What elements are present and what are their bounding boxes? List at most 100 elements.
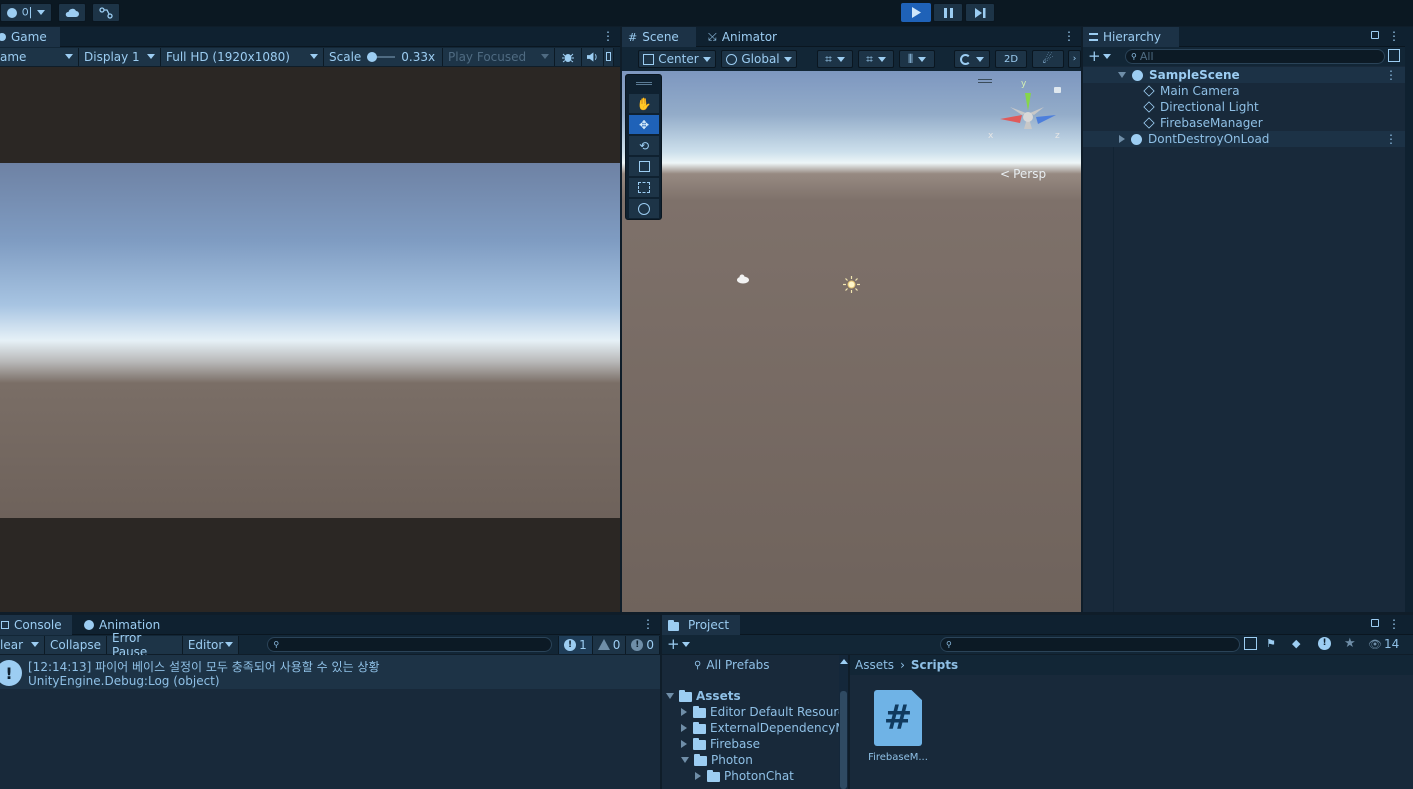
play-focused-dropdown[interactable]: Play Focused bbox=[443, 47, 555, 66]
audio-button[interactable] bbox=[582, 47, 604, 66]
pivot-dropdown[interactable]: Center bbox=[638, 50, 716, 68]
rect-tool[interactable] bbox=[629, 178, 659, 197]
increment-snap-button[interactable]: ⌗ bbox=[858, 50, 894, 68]
search-by-type-button[interactable] bbox=[1244, 637, 1257, 650]
scene-menu-icon[interactable]: ⋮ bbox=[1385, 132, 1397, 146]
expand-arrow-icon[interactable] bbox=[666, 693, 674, 699]
collab-button[interactable] bbox=[92, 3, 120, 22]
tab-animator[interactable]: ⤩ Animator bbox=[702, 27, 783, 47]
filter-by-logs-button[interactable]: ! bbox=[1318, 637, 1331, 650]
tab-scene[interactable]: # Scene bbox=[622, 27, 696, 47]
editor-dropdown[interactable]: Editor bbox=[182, 635, 240, 654]
stats-button[interactable] bbox=[604, 47, 614, 66]
game-menu-icon[interactable]: ⋮ bbox=[602, 29, 614, 43]
pause-button[interactable] bbox=[933, 3, 963, 22]
rotate-tool[interactable]: ⟲ bbox=[629, 136, 659, 155]
collapse-arrow-icon[interactable] bbox=[695, 772, 701, 780]
hierarchy-item[interactable]: Directional Light bbox=[1083, 99, 1405, 115]
collapse-arrow-icon[interactable] bbox=[681, 708, 687, 716]
collapse-button[interactable]: Collapse bbox=[45, 635, 108, 654]
tree-item[interactable]: Firebase bbox=[681, 737, 760, 751]
lighting-toggle[interactable]: ☄ bbox=[1032, 50, 1064, 68]
filter-by-label-button[interactable]: ◆ bbox=[1292, 637, 1306, 651]
palette-handle[interactable] bbox=[636, 82, 652, 85]
tree-item[interactable]: Editor Default Resourc bbox=[681, 705, 845, 719]
expand-arrow-icon[interactable] bbox=[681, 757, 689, 763]
step-button[interactable] bbox=[965, 3, 995, 22]
overlay-handle[interactable] bbox=[978, 79, 992, 83]
tree-item[interactable]: PhotonChat bbox=[695, 769, 794, 783]
tab-game[interactable]: Game bbox=[0, 27, 60, 47]
asset-tile[interactable]: # FirebaseM... bbox=[868, 689, 928, 769]
expand-arrow-icon[interactable] bbox=[1118, 72, 1126, 78]
play-button[interactable] bbox=[901, 3, 931, 22]
collapse-arrow-icon[interactable] bbox=[681, 740, 687, 748]
tab-hierarchy[interactable]: Hierarchy bbox=[1083, 27, 1179, 47]
hierarchy-scene-row[interactable]: SampleScene ⋮ bbox=[1083, 67, 1405, 83]
error-filter-toggle[interactable]: ! 0 bbox=[626, 635, 660, 654]
draw-mode-button[interactable] bbox=[954, 50, 990, 68]
light-gizmo-icon[interactable] bbox=[843, 276, 860, 293]
space-dropdown[interactable]: Global bbox=[721, 50, 797, 68]
scene-menu-icon[interactable]: ⋮ bbox=[1063, 29, 1075, 43]
debug-button[interactable] bbox=[555, 47, 582, 66]
hierarchy-menu-icon[interactable]: ⋮ bbox=[1388, 29, 1400, 43]
tree-item[interactable]: Assets bbox=[666, 689, 741, 703]
scale-tool[interactable] bbox=[629, 157, 659, 176]
scene-menu-icon[interactable]: ⋮ bbox=[1385, 68, 1397, 82]
account-dropdown[interactable]: 이 bbox=[0, 3, 52, 22]
scene-viewport[interactable]: ✋ ✥ ⟲ y x z < Persp bbox=[622, 71, 1081, 612]
search-type-button[interactable] bbox=[1388, 49, 1400, 62]
display-dropdown[interactable]: Display 1 bbox=[79, 47, 161, 66]
tree-item[interactable]: ExternalDependencyM bbox=[681, 721, 846, 735]
project-create-button[interactable]: + bbox=[667, 636, 690, 652]
resolution-dropdown[interactable]: Full HD (1920x1080) bbox=[161, 47, 324, 66]
tree-item[interactable]: Photon bbox=[681, 753, 753, 767]
tree-scrollbar[interactable] bbox=[839, 655, 848, 789]
project-search-input[interactable]: ⚲ bbox=[940, 637, 1240, 652]
hand-tool[interactable]: ✋ bbox=[629, 94, 659, 113]
filter-by-type-button[interactable]: ⚑ bbox=[1266, 637, 1280, 651]
cloud-button[interactable] bbox=[58, 3, 86, 22]
log-entry[interactable]: ! [12:14:13] 파이어 베이스 설정이 모두 충족되어 사용할 수 있… bbox=[0, 655, 660, 689]
console-search-input[interactable]: ⚲ bbox=[267, 637, 553, 652]
grid-snap-button[interactable]: ⌗ bbox=[817, 50, 853, 68]
overflow-button[interactable]: › bbox=[1068, 50, 1081, 68]
breadcrumb-current[interactable]: Scripts bbox=[911, 658, 958, 672]
orientation-gizmo[interactable] bbox=[992, 79, 1068, 155]
toolbar-overlay-button[interactable]: ⦀ bbox=[899, 50, 935, 68]
scale-slider[interactable] bbox=[367, 51, 396, 62]
right-scrollbar[interactable] bbox=[1405, 27, 1413, 612]
hierarchy-search-input[interactable]: ⚲ All bbox=[1125, 49, 1385, 64]
hierarchy-item[interactable]: Main Camera bbox=[1083, 83, 1405, 99]
project-lock-icon[interactable] bbox=[1371, 619, 1379, 627]
move-tool[interactable]: ✥ bbox=[629, 115, 659, 134]
scroll-up-icon[interactable] bbox=[840, 659, 848, 664]
collapse-arrow-icon[interactable] bbox=[1119, 135, 1125, 143]
tab-console[interactable]: Console bbox=[0, 615, 72, 635]
scale-slider-thumb[interactable] bbox=[367, 51, 378, 62]
create-button[interactable]: + bbox=[1088, 48, 1111, 64]
camera-gizmo-icon[interactable] bbox=[736, 274, 750, 284]
hierarchy-item[interactable]: FirebaseManager bbox=[1083, 115, 1405, 131]
hierarchy-scene-row[interactable]: DontDestroyOnLoad ⋮ bbox=[1083, 131, 1405, 147]
transform-tool[interactable] bbox=[629, 199, 659, 218]
collapse-arrow-icon[interactable] bbox=[681, 724, 687, 732]
info-filter-toggle[interactable]: ! 1 bbox=[558, 635, 593, 654]
favorites-button[interactable]: ★ bbox=[1344, 636, 1356, 651]
scale-control[interactable]: Scale 0.33x bbox=[324, 47, 443, 66]
breadcrumb-root[interactable]: Assets bbox=[855, 658, 894, 672]
game-mode-dropdown[interactable]: ame bbox=[0, 47, 79, 66]
tab-project[interactable]: Project bbox=[662, 615, 740, 635]
hierarchy-lock-icon[interactable] bbox=[1371, 31, 1379, 39]
hidden-packages-toggle[interactable]: 👁 14 bbox=[1368, 637, 1399, 651]
warning-filter-toggle[interactable]: 0 bbox=[592, 635, 627, 654]
scrollbar-thumb[interactable] bbox=[840, 691, 847, 789]
tree-item[interactable]: ⚲ All Prefabs bbox=[694, 658, 770, 672]
projection-toggle[interactable]: < Persp bbox=[1000, 167, 1046, 181]
clear-button[interactable]: lear bbox=[0, 635, 46, 654]
2d-toggle[interactable]: 2D bbox=[995, 50, 1027, 68]
console-menu-icon[interactable]: ⋮ bbox=[642, 617, 654, 631]
error-pause-button[interactable]: Error Pause bbox=[107, 631, 183, 659]
project-menu-icon[interactable]: ⋮ bbox=[1388, 617, 1400, 631]
